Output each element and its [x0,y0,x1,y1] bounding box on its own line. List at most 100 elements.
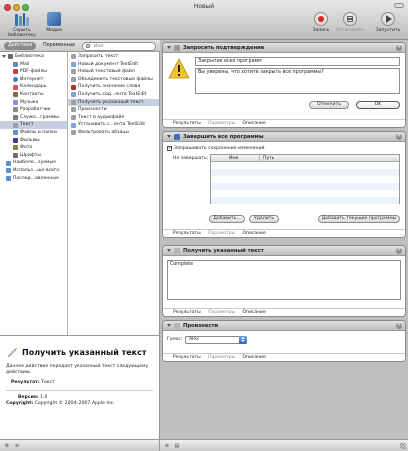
version-value: 1.0 [40,395,48,400]
action-item[interactable]: Объединить текстовые файлы [68,76,159,84]
toolbar-toggle-button[interactable] [394,3,404,8]
options-tab[interactable]: Параметры [208,121,235,126]
disclosure-triangle-icon[interactable] [167,324,171,327]
library-item-music[interactable]: Музыка [0,99,67,107]
options-tab[interactable]: Параметры [208,231,235,236]
card-header[interactable]: Произнести ✕ [163,321,405,331]
library-item-label: Файлы и папки [20,129,57,135]
library-item-label: Музыка [20,99,39,105]
action-item[interactable]: Получить сод...ента TextEdit [68,91,159,99]
description-version: Версия: 1.0 [6,395,153,400]
smart-group-item[interactable]: Наиболе...зуемые [0,159,67,167]
music-icon [13,99,18,105]
library-item-pdf[interactable]: PDF-файлы [0,68,67,76]
resize-grip-icon[interactable] [400,443,406,449]
action-item-selected[interactable]: Получить указанный текст [68,98,159,107]
smart-group-label: Послед...авленные [13,175,59,181]
library-item-internet[interactable]: Интернет [0,76,67,84]
disclosure-triangle-icon[interactable] [167,135,171,138]
text-description-icon[interactable]: ≡ [12,442,22,450]
library-item-calendar[interactable]: Календарь [0,83,67,91]
action-item[interactable]: Запросить текст [68,53,159,61]
action-item[interactable]: Текст в аудиофайл [68,114,159,122]
library-item-fonts[interactable]: Шрифты [0,152,67,160]
results-tab[interactable]: Результаты [173,121,201,126]
library-item-text[interactable]: Текст [0,121,67,129]
results-tab[interactable]: Результаты [173,231,201,236]
card-header[interactable]: Получить указанный текст ✕ [163,246,405,256]
library-item-label: Текст [20,122,34,128]
table-row [211,176,399,183]
library-item-utilities[interactable]: Служе...граммы [0,114,67,122]
tab-actions[interactable]: Действия [4,42,37,50]
add-button[interactable]: Добавить... [209,215,245,223]
description-tab[interactable]: Описание [242,310,265,315]
library-item-developer[interactable]: Разработчик [0,106,67,114]
smart-group-label: Наиболе...зуемые [13,160,56,166]
dialog-message-field[interactable]: Вы уверены, что хотите закрыть все прогр… [195,68,400,94]
description-tab[interactable]: Описание [242,355,265,360]
action-label: Получить сод...ента TextEdit [78,91,147,97]
column-path-header[interactable]: Путь [263,155,274,162]
action-item[interactable]: Фильтровать абзацы [68,129,159,137]
dont-quit-label: Не завершать: [173,156,209,161]
ask-save-label: Запрашивать сохранение изменений [174,146,265,151]
remove-action-icon[interactable]: ✕ [396,133,402,140]
results-tab[interactable]: Результаты [173,310,201,315]
gear-icon[interactable]: ⚙ [2,442,12,450]
add-current-apps-button[interactable]: Добавить текущие программы [318,215,400,223]
ask-save-checkbox[interactable]: ✓ [167,146,172,151]
record-button[interactable]: Запись [310,12,332,33]
log-view-icon[interactable]: ▤ [172,442,182,450]
text-action-icon [71,77,76,83]
hide-library-button[interactable]: Скрыть библиотеку [3,12,41,38]
disclosure-triangle-icon[interactable] [167,249,171,252]
card-header[interactable]: Запросить подтверждение ✕ [163,43,405,53]
library-root-item[interactable]: Библиотека [0,53,67,61]
action-item[interactable]: Новый текстовый файл [68,68,159,76]
description-divider [6,390,153,391]
specified-text-area[interactable]: Complete [167,260,401,300]
result-label: Результат: [11,380,40,385]
action-card-speak: Произнести ✕ Голос: Alex Результаты Пара… [162,320,406,362]
search-input[interactable]: Имя [82,41,156,51]
action-item[interactable]: Получить значение слова [68,83,159,91]
library-item-movies[interactable]: Фильмы [0,137,67,145]
options-tab[interactable]: Параметры [208,310,235,315]
window-title: Новый [193,3,215,10]
smart-group-item[interactable]: Послед...авленные [0,175,67,183]
dialog-heading-field[interactable]: Закрытие всех программ [195,57,400,66]
media-button[interactable]: Медиа [44,12,64,33]
description-tab[interactable]: Описание [242,231,265,236]
library-item-contacts[interactable]: Контакты [0,91,67,99]
library-item-label: Интернет [20,76,44,82]
action-item[interactable]: Новый документ TextEdit [68,61,159,69]
options-tab[interactable]: Параметры [208,355,235,360]
tab-variables[interactable]: Переменные [39,42,79,50]
remove-action-icon[interactable]: ✕ [396,44,402,51]
disclosure-triangle-icon[interactable] [167,46,171,49]
description-tab[interactable]: Описание [242,121,265,126]
dont-quit-table[interactable]: Имя Путь [210,154,400,204]
movies-icon [13,137,18,143]
remove-button[interactable]: Удалить [249,215,279,223]
action-item[interactable]: Произнести [68,106,159,114]
action-item[interactable]: Установить с...ента TextEdit [68,121,159,129]
actions-list: Запросить текст Новый документ TextEdit … [68,52,160,335]
voice-popup[interactable]: Alex [185,336,247,344]
library-item-mail[interactable]: Mail [0,61,67,69]
card-header[interactable]: Завершить все программы ✕ [163,132,405,142]
ok-button[interactable]: OK [356,101,400,109]
library-item-files-folders[interactable]: Файлы и папки [0,129,67,137]
column-name-header[interactable]: Имя [229,155,238,162]
list-view-icon[interactable]: ≡ [162,442,172,450]
results-tab[interactable]: Результаты [173,355,201,360]
smart-group-item[interactable]: Использ...ще всего [0,167,67,175]
cancel-button[interactable]: Отменить [309,101,349,109]
run-button[interactable]: Запустить [370,12,406,33]
text-action-icon [71,99,76,105]
remove-action-icon[interactable]: ✕ [396,322,402,329]
stop-button[interactable]: Остановить [333,12,367,33]
library-item-photos[interactable]: Фото [0,144,67,152]
remove-action-icon[interactable]: ✕ [396,247,402,254]
